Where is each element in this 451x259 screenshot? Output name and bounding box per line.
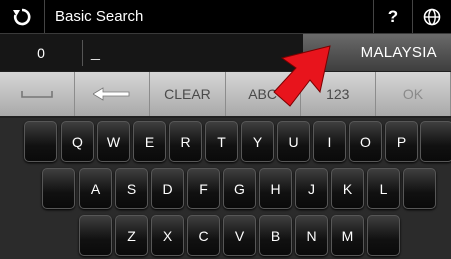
key-a[interactable]: A: [79, 168, 112, 209]
key-k[interactable]: K: [331, 168, 364, 209]
blank-key: [420, 121, 451, 162]
key-n[interactable]: N: [295, 215, 328, 256]
country-selector[interactable]: MALAYSIA: [303, 34, 451, 71]
clear-key[interactable]: CLEAR: [150, 72, 226, 116]
refresh-back-icon: [13, 8, 31, 25]
title-bar: Basic Search ?: [0, 0, 451, 34]
keyboard-row-1: Q W E R T Y U I O P: [0, 121, 451, 165]
globe-icon: [423, 8, 441, 25]
function-key-row: CLEAR ABC 123 OK: [0, 72, 451, 116]
key-q[interactable]: Q: [61, 121, 94, 162]
abc-key[interactable]: ABC: [225, 72, 301, 116]
keyboard: Q W E R T Y U I O P A S D F G H J K L Z …: [0, 118, 451, 259]
key-l[interactable]: L: [367, 168, 400, 209]
basic-search-screen: Basic Search ? 0 _ MALAYSIA CLEAR ABC 12…: [0, 0, 451, 259]
blank-key: [79, 215, 112, 256]
key-h[interactable]: H: [259, 168, 292, 209]
blank-key: [367, 215, 400, 256]
keyboard-row-2: A S D F G H J K L: [0, 168, 451, 212]
key-v[interactable]: V: [223, 215, 256, 256]
keyboard-row-3: Z X C V B N M: [0, 215, 451, 259]
key-s[interactable]: S: [115, 168, 148, 209]
key-e[interactable]: E: [133, 121, 166, 162]
key-b[interactable]: B: [259, 215, 292, 256]
key-d[interactable]: D: [151, 168, 184, 209]
back-button[interactable]: [0, 0, 45, 33]
help-button[interactable]: ?: [373, 0, 412, 33]
backspace-arrow-icon: [93, 87, 130, 101]
key-p[interactable]: P: [385, 121, 418, 162]
key-y[interactable]: Y: [241, 121, 274, 162]
key-g[interactable]: G: [223, 168, 256, 209]
key-t[interactable]: T: [205, 121, 238, 162]
backspace-key[interactable]: [75, 72, 151, 116]
numeric-key[interactable]: 123: [300, 72, 376, 116]
key-c[interactable]: C: [187, 215, 220, 256]
key-i[interactable]: I: [313, 121, 346, 162]
result-count: 0: [0, 39, 83, 66]
language-button[interactable]: [412, 0, 451, 33]
blank-key: [42, 168, 75, 209]
key-j[interactable]: J: [295, 168, 328, 209]
search-input-row: 0 _ MALAYSIA: [0, 34, 451, 71]
ok-key[interactable]: OK: [375, 72, 451, 116]
key-o[interactable]: O: [349, 121, 382, 162]
space-icon: [21, 91, 53, 98]
key-x[interactable]: X: [151, 215, 184, 256]
space-key[interactable]: [0, 72, 76, 116]
key-u[interactable]: U: [277, 121, 310, 162]
key-r[interactable]: R: [169, 121, 202, 162]
key-m[interactable]: M: [331, 215, 364, 256]
key-f[interactable]: F: [187, 168, 220, 209]
key-z[interactable]: Z: [115, 215, 148, 256]
blank-key: [24, 121, 57, 162]
key-w[interactable]: W: [97, 121, 130, 162]
page-title: Basic Search: [55, 8, 144, 25]
blank-key: [403, 168, 436, 209]
